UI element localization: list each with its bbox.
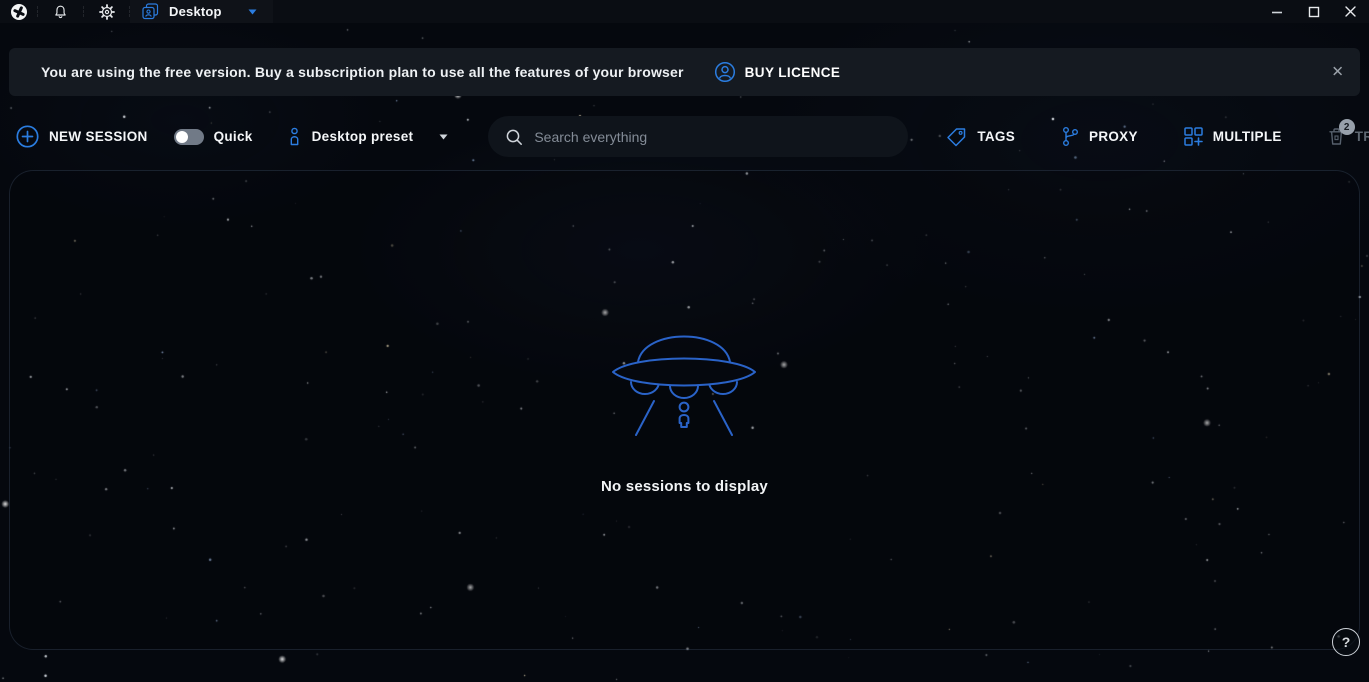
new-session-label: NEW SESSION bbox=[49, 129, 148, 144]
multiple-grid-icon bbox=[1184, 127, 1203, 146]
multiple-label: MULTIPLE bbox=[1213, 129, 1282, 144]
ufo-illustration bbox=[609, 311, 759, 436]
tag-icon bbox=[946, 127, 967, 147]
minimize-icon bbox=[1271, 6, 1283, 18]
trash-icon-wrap: 2 bbox=[1328, 127, 1345, 146]
bell-icon bbox=[53, 4, 68, 20]
empty-state-message: No sessions to display bbox=[601, 478, 768, 495]
toggle-switch[interactable] bbox=[174, 129, 204, 145]
proxy-network-icon bbox=[1061, 126, 1079, 147]
preset-label: Desktop preset bbox=[312, 129, 414, 144]
multiple-button[interactable]: MULTIPLE bbox=[1184, 127, 1282, 146]
notifications-button[interactable] bbox=[38, 0, 83, 23]
session-toolbar: NEW SESSION Quick Desktop preset bbox=[0, 96, 1369, 170]
gear-icon bbox=[99, 4, 115, 20]
person-icon bbox=[287, 127, 302, 146]
preset-selector[interactable]: Desktop preset bbox=[287, 127, 449, 146]
tab-label: Desktop bbox=[169, 4, 222, 19]
trash-button[interactable]: 2 TRASH bbox=[1328, 127, 1369, 146]
tags-button[interactable]: TAGS bbox=[946, 127, 1015, 147]
buy-licence-label: BUY LICENCE bbox=[745, 65, 841, 80]
search-input[interactable] bbox=[534, 129, 892, 145]
maximize-icon bbox=[1308, 6, 1320, 18]
toggle-knob bbox=[176, 131, 188, 143]
minimize-button[interactable] bbox=[1258, 0, 1295, 23]
new-session-button[interactable]: NEW SESSION bbox=[16, 125, 148, 148]
app-window: Desktop You are using the free version. … bbox=[0, 0, 1369, 682]
banner-close-icon[interactable]: ✕ bbox=[1331, 65, 1344, 80]
empty-state: No sessions to display bbox=[601, 311, 768, 495]
account-icon bbox=[714, 61, 736, 83]
trash-label: TRASH bbox=[1355, 129, 1369, 144]
help-icon: ? bbox=[1342, 634, 1351, 650]
title-bar: Desktop bbox=[0, 0, 1369, 23]
sessions-panel: No sessions to display bbox=[9, 170, 1360, 650]
proxy-button[interactable]: PROXY bbox=[1061, 126, 1138, 147]
toolbar-right-group: TAGS PROXY MULTIPLE bbox=[946, 126, 1369, 147]
settings-button[interactable] bbox=[84, 0, 129, 23]
trash-count-badge: 2 bbox=[1339, 119, 1355, 135]
chevron-down-icon bbox=[248, 9, 257, 15]
close-icon bbox=[1344, 5, 1357, 18]
maximize-button[interactable] bbox=[1295, 0, 1332, 23]
plus-circle-icon bbox=[16, 125, 39, 148]
desktop-group-tab[interactable]: Desktop bbox=[130, 0, 273, 23]
banner-message: You are using the free version. Buy a su… bbox=[41, 64, 684, 80]
quick-toggle[interactable]: Quick bbox=[174, 129, 253, 145]
free-version-banner: You are using the free version. Buy a su… bbox=[9, 48, 1360, 96]
search-icon bbox=[505, 128, 523, 146]
buy-licence-button[interactable]: BUY LICENCE bbox=[714, 61, 841, 83]
proxy-label: PROXY bbox=[1089, 129, 1138, 144]
help-button[interactable]: ? bbox=[1332, 628, 1360, 656]
profiles-group-icon bbox=[142, 3, 159, 20]
browser-logo-icon bbox=[11, 4, 27, 20]
app-logo bbox=[0, 0, 37, 23]
tags-label: TAGS bbox=[977, 129, 1015, 144]
chevron-down-icon bbox=[439, 134, 448, 140]
search-bar[interactable] bbox=[488, 116, 908, 157]
close-window-button[interactable] bbox=[1332, 0, 1369, 23]
quick-label: Quick bbox=[214, 129, 253, 144]
